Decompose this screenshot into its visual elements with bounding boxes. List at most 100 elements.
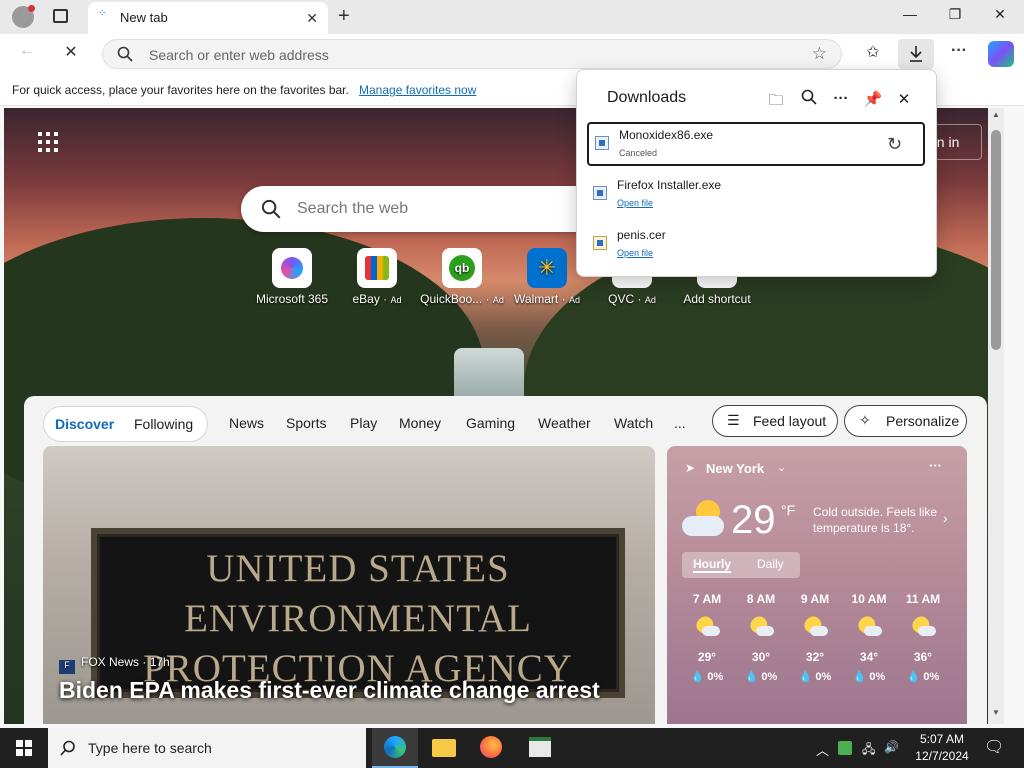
close-tab-icon[interactable]: ✕ <box>306 10 318 27</box>
tile-ebay[interactable]: eBay · Ad <box>334 248 420 306</box>
tab-new-tab[interactable]: ⁘ New tab ✕ <box>88 2 328 34</box>
story-source: F FOX News · 17h <box>59 655 170 674</box>
feed-nav-play[interactable]: Play <box>350 415 377 431</box>
apps-grid-icon[interactable] <box>38 132 58 152</box>
taskbar-file-explorer[interactable] <box>420 728 466 768</box>
partly-cloudy-icon <box>750 616 774 638</box>
back-icon[interactable]: ← <box>14 42 40 66</box>
open-file-link[interactable]: Open file <box>617 248 653 258</box>
retry-icon[interactable]: ↻ <box>887 134 902 155</box>
open-file-link[interactable]: Open file <box>617 198 653 208</box>
hourly-forecast-item: 9 AM 32° 💧 0% <box>793 592 837 683</box>
favorites-icon[interactable]: ✩ <box>860 42 886 66</box>
feed-nav-watch[interactable]: Watch <box>614 415 653 431</box>
feed-nav-news[interactable]: News <box>229 415 264 431</box>
downloads-more-icon[interactable]: ··· <box>830 90 852 110</box>
personalize-button[interactable]: ✧ Personalize <box>844 405 967 437</box>
notifications-icon[interactable]: 🗨 <box>984 737 1004 757</box>
stop-loading-icon[interactable]: ✕ <box>58 42 84 66</box>
hour-precip-value: 0% <box>923 671 940 683</box>
pin-icon[interactable]: 📌 <box>862 90 884 110</box>
quickbooks-icon: qb <box>442 248 482 288</box>
download-icon <box>910 46 922 62</box>
ad-badge: Ad <box>390 295 402 305</box>
more-options-icon[interactable]: ··· <box>946 42 972 66</box>
current-temperature: 29 <box>731 498 776 542</box>
search-icon <box>261 199 281 219</box>
download-item[interactable]: Firefox Installer.exe Open file <box>587 174 925 218</box>
start-button[interactable] <box>0 728 48 768</box>
security-tray-icon[interactable] <box>838 741 852 755</box>
address-bar[interactable]: Search or enter web address ☆ <box>102 39 842 69</box>
download-status: Canceled <box>619 148 658 158</box>
hour-precip-value: 0% <box>761 671 778 683</box>
copilot-icon[interactable] <box>988 41 1014 67</box>
top-story-card[interactable]: UNITED STATES ENVIRONMENTAL PROTECTION A… <box>43 446 655 724</box>
hour-temp: 34° <box>859 650 879 664</box>
feed-layout-button[interactable]: ☰ Feed layout <box>712 405 838 437</box>
feed-nav-sports[interactable]: Sports <box>286 415 326 431</box>
scrollbar-thumb[interactable] <box>991 130 1001 350</box>
tab-actions-icon[interactable] <box>53 9 68 23</box>
manage-favorites-link[interactable]: Manage favorites now <box>359 83 476 97</box>
weather-card[interactable]: ➤ New York ⌄ ··· 29 °F Cold outside. Fee… <box>667 446 967 724</box>
open-folder-icon[interactable]: 🗀 <box>765 90 787 110</box>
firefox-icon <box>480 736 502 758</box>
show-hidden-icons-icon[interactable]: ︿ <box>816 740 829 759</box>
tab-daily[interactable]: Daily <box>757 557 784 571</box>
news-feed: Discover Following News Sports Play Mone… <box>24 396 987 724</box>
search-downloads-icon[interactable] <box>801 89 817 105</box>
tile-label: QVC <box>608 292 635 306</box>
scroll-down-icon[interactable]: ▼ <box>992 708 1000 717</box>
download-item[interactable]: penis.cer Open file <box>587 224 925 268</box>
sliders-icon: ☰ <box>727 412 740 428</box>
tab-hourly[interactable]: Hourly <box>693 557 732 573</box>
scroll-up-icon[interactable]: ▲ <box>992 110 1000 119</box>
tile-quickbooks[interactable]: qb QuickBoo... · Ad <box>419 248 505 306</box>
partly-cloudy-icon <box>858 616 882 638</box>
tab-following[interactable]: Following <box>134 416 193 432</box>
hour-time: 10 AM <box>851 592 887 606</box>
feed-nav-more[interactable]: ... <box>674 415 686 431</box>
taskbar-app[interactable] <box>516 728 562 768</box>
navigation-bar: ← ✕ Search or enter web address ☆ ✩ ··· <box>0 34 1024 74</box>
chevron-right-icon[interactable]: › <box>943 510 948 526</box>
feed-tab-group: Discover Following <box>43 406 208 442</box>
fox-news-logo-icon: F <box>59 660 75 674</box>
close-window-icon[interactable]: ✕ <box>980 6 1020 28</box>
temperature-unit: °F <box>781 502 796 518</box>
weather-description: Cold outside. Feels like temperature is … <box>813 505 938 535</box>
taskbar-edge[interactable] <box>372 728 418 768</box>
taskbar-clock[interactable]: 5:07 AM 12/7/2024 <box>904 731 980 765</box>
web-search-box[interactable]: Search the web <box>241 186 601 232</box>
hour-temp: 29° <box>697 650 717 664</box>
new-tab-plus-icon[interactable]: + <box>338 5 350 28</box>
hourly-forecast-item: 8 AM 30° 💧 0% <box>739 592 783 683</box>
story-headline[interactable]: Biden EPA makes first-ever climate chang… <box>59 677 600 704</box>
new-tab-favicon-icon: ⁘ <box>98 8 107 19</box>
downloads-button[interactable] <box>898 39 934 69</box>
taskbar-search-box[interactable]: Type here to search <box>48 728 366 768</box>
volume-icon[interactable]: 🔊 <box>884 740 899 754</box>
restore-icon[interactable]: ❐ <box>935 6 975 28</box>
page-scrollbar[interactable]: ▲ ▼ <box>988 108 1004 724</box>
feed-nav-weather[interactable]: Weather <box>538 415 591 431</box>
microsoft-365-icon <box>272 248 312 288</box>
feed-nav-gaming[interactable]: Gaming <box>466 415 515 431</box>
taskbar-firefox[interactable] <box>468 728 514 768</box>
tile-microsoft-365[interactable]: Microsoft 365 <box>249 248 335 306</box>
hour-time: 9 AM <box>800 592 830 606</box>
minimize-icon[interactable]: — <box>890 6 930 28</box>
close-icon[interactable]: ✕ <box>893 90 915 110</box>
chevron-down-icon[interactable]: ⌄ <box>777 461 786 474</box>
weather-more-icon[interactable]: ··· <box>929 458 942 473</box>
partly-cloudy-icon <box>804 616 828 638</box>
download-item[interactable]: Monoxidex86.exe Canceled ↻ <box>587 122 925 166</box>
hourly-forecast-item: 7 AM 29° 💧 0% <box>685 592 729 683</box>
weather-location[interactable]: New York <box>706 461 764 476</box>
favorite-star-icon[interactable]: ☆ <box>812 44 827 64</box>
network-icon[interactable]: 🖧 <box>862 740 875 761</box>
feed-nav-money[interactable]: Money <box>399 415 441 431</box>
tab-discover[interactable]: Discover <box>55 416 114 432</box>
forecast-tabs: Hourly Daily <box>682 552 800 578</box>
